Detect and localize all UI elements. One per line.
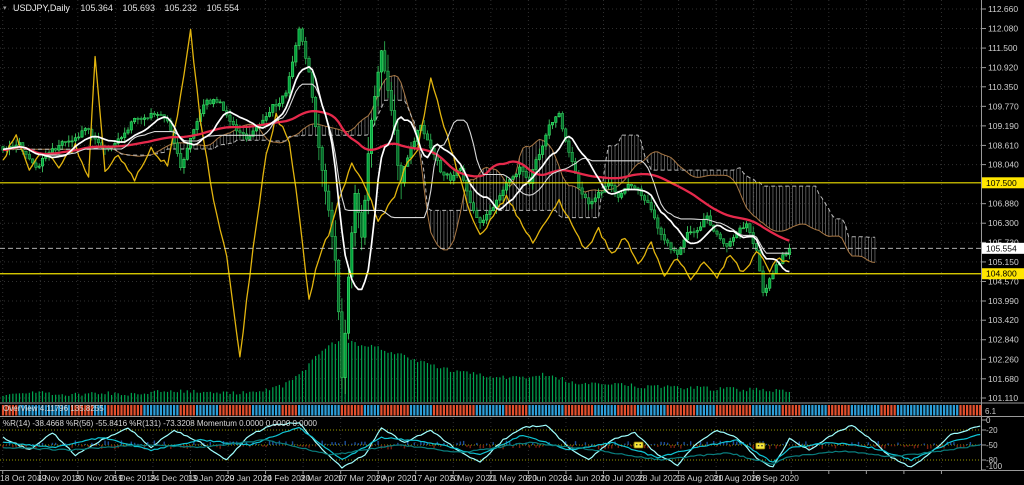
svg-text:111.500: 111.500 (988, 43, 1018, 53)
senkou-span-a-line (3, 76, 875, 263)
svg-text:0: 0 (986, 416, 991, 425)
svg-text:-20: -20 (986, 426, 998, 435)
overview-indicator-pane[interactable] (2, 405, 981, 416)
svg-text:103.420: 103.420 (988, 315, 1019, 325)
svg-text:109.770: 109.770 (988, 101, 1019, 111)
percent-r-scale: 0-20-50-80-100 (982, 416, 1003, 471)
candles-layer (2, 27, 791, 394)
svg-text:103.990: 103.990 (988, 296, 1019, 306)
tenkan-line (3, 67, 789, 290)
svg-text:101.680: 101.680 (988, 374, 1019, 384)
svg-text:105.150: 105.150 (988, 257, 1019, 267)
svg-text:106.880: 106.880 (988, 199, 1019, 209)
signal-marker (634, 442, 643, 448)
signal-marker (756, 443, 765, 449)
time-axis[interactable]: 18 Oct 20194 Nov 201920 Nov 20196 Dec 20… (0, 471, 941, 483)
svg-text:16 Sep 2020: 16 Sep 2020 (751, 473, 799, 483)
svg-text:102.840: 102.840 (988, 335, 1019, 345)
svg-text:106.300: 106.300 (988, 218, 1019, 228)
svg-text:108.610: 108.610 (988, 140, 1019, 150)
pane-separators (0, 0, 1024, 471)
svg-text:105.554: 105.554 (986, 243, 1017, 253)
svg-text:110.920: 110.920 (988, 63, 1018, 73)
svg-text:107.500: 107.500 (986, 178, 1017, 188)
hline-price-label: 104.800 (982, 268, 1024, 279)
percent-r-indicator-pane[interactable] (0, 418, 981, 470)
svg-text:110.350: 110.350 (988, 82, 1018, 92)
svg-text:102.260: 102.260 (988, 354, 1019, 364)
main-price-pane[interactable] (0, 0, 981, 402)
svg-text:101.110: 101.110 (988, 393, 1018, 403)
svg-text:1 Apr 2020: 1 Apr 2020 (375, 473, 416, 483)
svg-text:-50: -50 (986, 441, 998, 450)
svg-text:112.080: 112.080 (988, 24, 1018, 34)
svg-text:109.190: 109.190 (988, 121, 1019, 131)
svg-text:108.040: 108.040 (988, 160, 1019, 170)
hline-price-label: 107.500 (982, 177, 1024, 188)
svg-text:8 Jun 2020: 8 Jun 2020 (525, 473, 567, 483)
bid-price-label: 105.554 (982, 243, 1024, 254)
svg-text:-100: -100 (986, 462, 1003, 471)
mt4-chart-window: 112.660 112.080 111.500 110.920 110.350 109.7… (0, 0, 1024, 485)
svg-text:112.660: 112.660 (988, 4, 1018, 14)
kijun-line (3, 84, 789, 253)
ichimoku-cloud (3, 76, 875, 263)
gold-indicator-line (3, 30, 789, 357)
price-axis[interactable]: 112.660 112.080 111.500 110.920 110.350 109.7… (982, 4, 1024, 403)
volume-layer (3, 340, 789, 402)
chart-canvas[interactable]: 112.660 112.080 111.500 110.920 110.350 109.7… (0, 0, 1024, 485)
svg-text:104.800: 104.800 (986, 269, 1017, 279)
